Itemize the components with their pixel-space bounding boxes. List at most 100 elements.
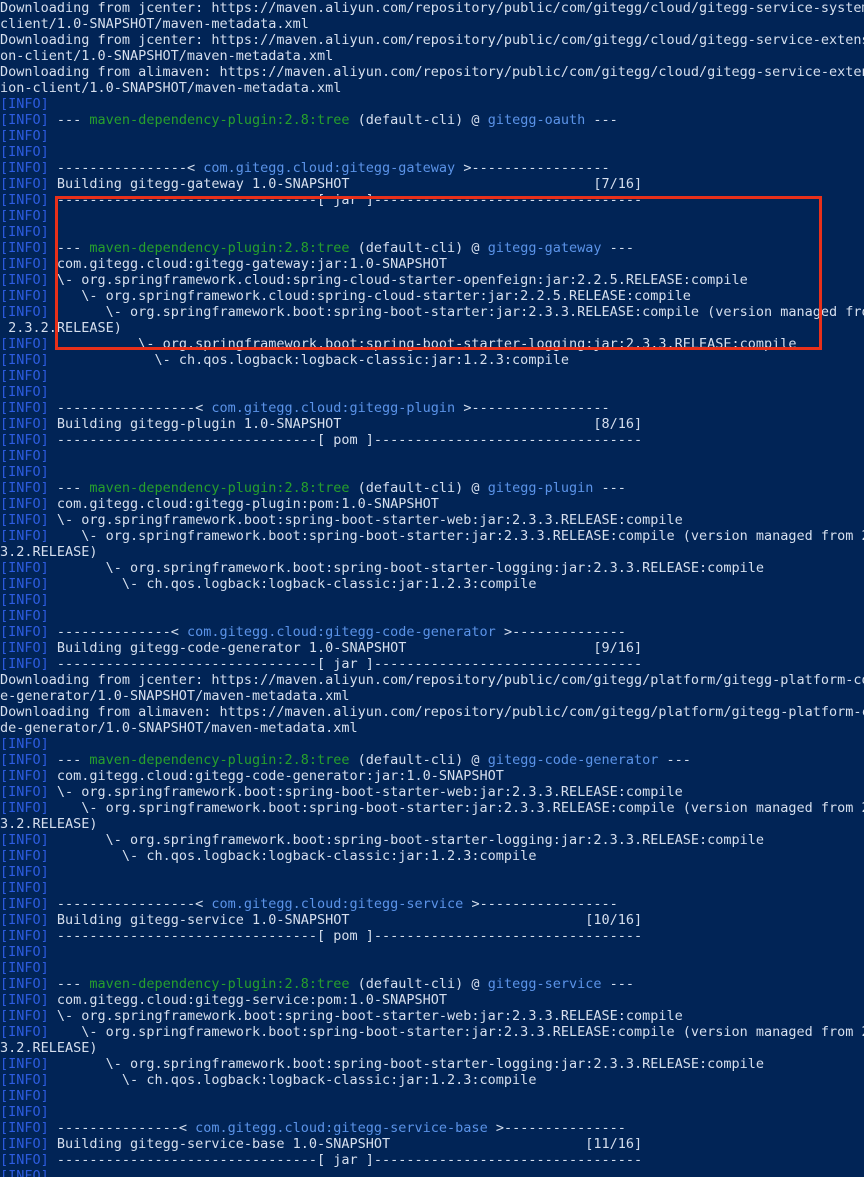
console-segment-artifact: com.gitegg.cloud:gitegg-gateway (203, 160, 456, 176)
console-segment-plain: --------------------------------[ jar ]-… (48, 656, 643, 672)
console-segment-info: [INFO] (0, 352, 49, 368)
console-segment-info: [INFO] (0, 864, 49, 880)
console-segment-green: maven-dependency-plugin:2.8:tree (89, 240, 350, 256)
console-line: [INFO] --- maven-dependency-plugin:2.8:t… (0, 976, 864, 992)
console-line: [INFO] \- org.springframework.boot:sprin… (0, 832, 864, 848)
console-segment-plain: --- (658, 752, 691, 768)
console-segment-info: [INFO] (0, 288, 49, 304)
console-line: [INFO] \- org.springframework.boot:sprin… (0, 560, 864, 576)
console-segment-plain: (default-cli) @ (349, 240, 488, 256)
console-segment-plain: >----------------- (463, 896, 618, 912)
console-segment-artifact: gitegg-code-generator (487, 752, 659, 768)
console-segment-plain: \- org.springframework.boot:spring-boot-… (48, 800, 864, 816)
console-segment-plain: --- (601, 240, 634, 256)
console-segment-info: [INFO] (0, 192, 49, 208)
console-segment-plain: \- ch.qos.logback:logback-classic:jar:1.… (48, 1072, 537, 1088)
console-segment-artifact: com.gitegg.cloud:gitegg-plugin (211, 400, 456, 416)
console-line: [INFO] \- org.springframework.boot:sprin… (0, 1008, 864, 1024)
console-segment-plain: --------------------------------[ pom ]-… (48, 928, 643, 944)
console-line: [INFO] \- ch.qos.logback:logback-classic… (0, 352, 864, 368)
console-segment-artifact: gitegg-gateway (487, 240, 602, 256)
console-segment-artifact: gitegg-service (487, 976, 602, 992)
console-segment-info: [INFO] (0, 992, 49, 1008)
console-line: Downloading from alimaven: https://maven… (0, 704, 864, 720)
console-segment-plain: (default-cli) @ (349, 480, 488, 496)
console-segment-plain: \- org.springframework.boot:spring-boot-… (48, 304, 864, 320)
console-line: [INFO] \- org.springframework.cloud:spri… (0, 288, 864, 304)
console-line: [INFO] com.gitegg.cloud:gitegg-code-gene… (0, 768, 864, 784)
console-line: [INFO] -----------------< com.gitegg.clo… (0, 896, 864, 912)
console-segment-info: [INFO] (0, 432, 49, 448)
console-segment-plain: \- org.springframework.boot:spring-boot-… (48, 784, 683, 800)
console-segment-plain: Downloading from alimaven: https://maven… (0, 704, 864, 720)
console-segment-plain: \- ch.qos.logback:logback-classic:jar:1.… (48, 576, 537, 592)
console-segment-plain: \- org.springframework.boot:spring-boot-… (48, 560, 765, 576)
console-line: [INFO] --------------------------------[… (0, 656, 864, 672)
console-segment-plain: com.gitegg.cloud:gitegg-code-generator:j… (48, 768, 504, 784)
console-segment-plain: Building gitegg-service 1.0-SNAPSHOT [10… (48, 912, 643, 928)
console-line: [INFO] (0, 144, 864, 160)
console-segment-artifact: gitegg-plugin (487, 480, 594, 496)
console-segment-plain: --------------------------------[ pom ]-… (48, 432, 643, 448)
console-line: [INFO] ----------------< com.gitegg.clou… (0, 160, 864, 176)
console-segment-info: [INFO] (0, 1168, 49, 1177)
console-segment-plain: --- (48, 752, 90, 768)
console-line: on-client/1.0-SNAPSHOT/maven-metadata.xm… (0, 48, 864, 64)
console-line: [INFO] --------------------------------[… (0, 192, 864, 208)
console-segment-info: [INFO] (0, 256, 49, 272)
console-line: [INFO] (0, 944, 864, 960)
console-line: [INFO] (0, 1104, 864, 1120)
console-line: [INFO] Building gitegg-code-generator 1.… (0, 640, 864, 656)
console-line: [INFO] -----------------< com.gitegg.clo… (0, 400, 864, 416)
console-segment-info: [INFO] (0, 800, 49, 816)
console-line: [INFO] \- ch.qos.logback:logback-classic… (0, 848, 864, 864)
terminal-window[interactable]: Downloading from jcenter: https://maven.… (0, 0, 864, 1177)
console-segment-green: maven-dependency-plugin:2.8:tree (89, 752, 350, 768)
console-line: [INFO] (0, 960, 864, 976)
console-segment-plain: >-------------- (495, 624, 626, 640)
console-segment-plain: >----------------- (455, 160, 610, 176)
console-segment-info: [INFO] (0, 416, 49, 432)
console-segment-plain: --- (48, 112, 90, 128)
console-line: [INFO] --------------< com.gitegg.cloud:… (0, 624, 864, 640)
console-segment-plain: --- (48, 240, 90, 256)
console-line: [INFO] \- org.springframework.boot:sprin… (0, 528, 864, 544)
console-line: [INFO] (0, 592, 864, 608)
console-segment-info: [INFO] (0, 592, 49, 608)
console-segment-info: [INFO] (0, 1024, 49, 1040)
console-line: Downloading from jcenter: https://maven.… (0, 672, 864, 688)
console-line: [INFO] (0, 464, 864, 480)
console-segment-info: [INFO] (0, 368, 49, 384)
console-segment-plain: \- org.springframework.cloud:spring-clou… (48, 272, 748, 288)
console-segment-plain: Building gitegg-service-base 1.0-SNAPSHO… (48, 1136, 643, 1152)
console-line: [INFO] \- org.springframework.boot:sprin… (0, 336, 864, 352)
console-line: [INFO] --------------------------------[… (0, 1152, 864, 1168)
console-line: [INFO] (0, 96, 864, 112)
console-segment-info: [INFO] (0, 560, 49, 576)
console-segment-info: [INFO] (0, 1104, 49, 1120)
console-segment-plain: --------------------------------[ jar ]-… (48, 1152, 643, 1168)
console-segment-info: [INFO] (0, 1088, 49, 1104)
console-line: [INFO] Building gitegg-gateway 1.0-SNAPS… (0, 176, 864, 192)
console-segment-plain: \- org.springframework.boot:spring-boot-… (48, 528, 864, 544)
console-segment-plain: \- org.springframework.boot:spring-boot-… (48, 512, 683, 528)
console-segment-info: [INFO] (0, 480, 49, 496)
console-line: de-generator/1.0-SNAPSHOT/maven-metadata… (0, 720, 864, 736)
console-segment-plain: com.gitegg.cloud:gitegg-plugin:pom:1.0-S… (48, 496, 439, 512)
console-line: [INFO] \- org.springframework.boot:sprin… (0, 1056, 864, 1072)
console-segment-plain: >----------------- (455, 400, 610, 416)
console-segment-plain: Downloading from jcenter: https://maven.… (0, 672, 864, 688)
console-line: [INFO] (0, 1168, 864, 1177)
console-segment-info: [INFO] (0, 512, 49, 528)
console-segment-artifact: com.gitegg.cloud:gitegg-service (211, 896, 464, 912)
console-segment-plain: \- org.springframework.cloud:spring-clou… (48, 288, 691, 304)
console-segment-plain: Building gitegg-plugin 1.0-SNAPSHOT [8/1… (48, 416, 643, 432)
console-line: [INFO] --------------------------------[… (0, 928, 864, 944)
console-segment-green: maven-dependency-plugin:2.8:tree (89, 112, 350, 128)
console-segment-artifact: com.gitegg.cloud:gitegg-code-generator (186, 624, 496, 640)
console-segment-plain: --- (48, 976, 90, 992)
console-line: [INFO] --- maven-dependency-plugin:2.8:t… (0, 240, 864, 256)
console-line: [INFO] (0, 1088, 864, 1104)
console-line: [INFO] com.gitegg.cloud:gitegg-service:p… (0, 992, 864, 1008)
console-line: 3.2.RELEASE) (0, 816, 864, 832)
